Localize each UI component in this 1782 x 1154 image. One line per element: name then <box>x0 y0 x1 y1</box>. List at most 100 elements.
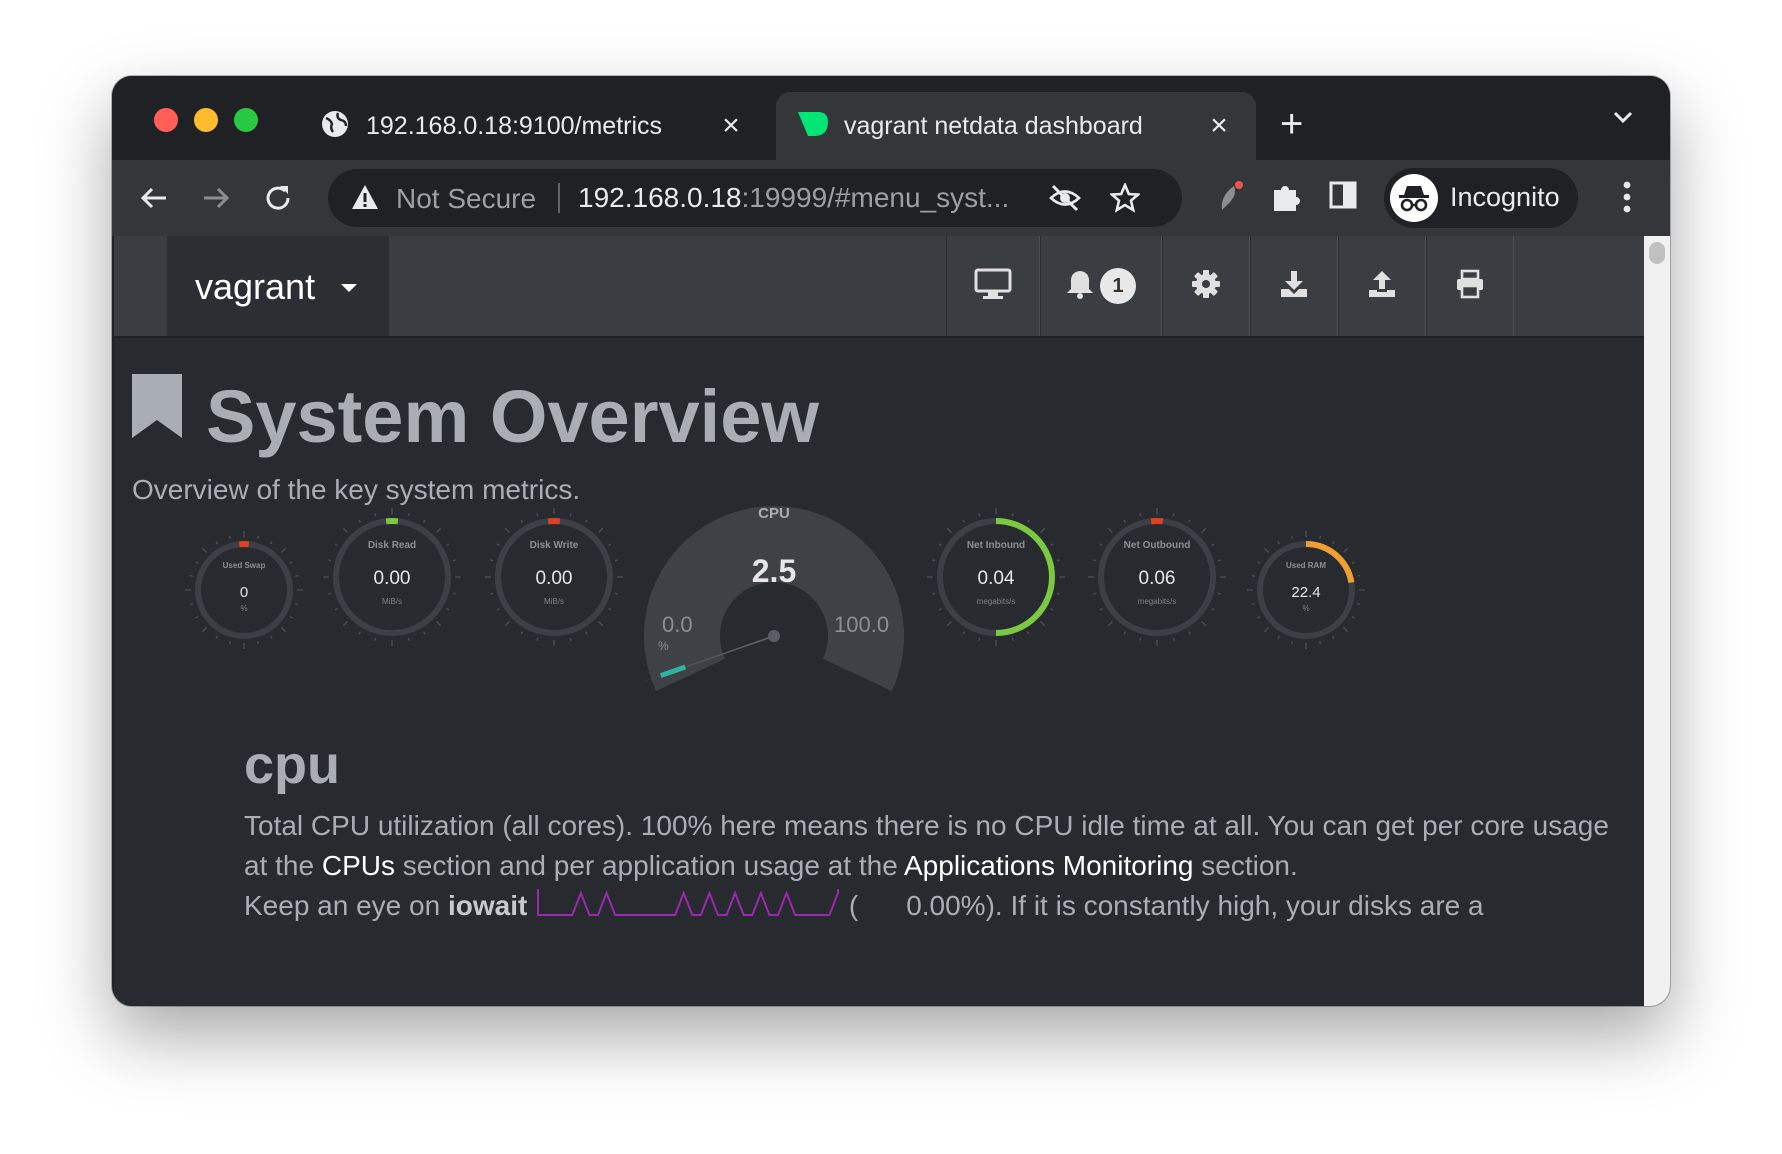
alarms-button[interactable]: 1 <box>1040 236 1162 336</box>
text-fragment: ( <box>848 890 859 921</box>
close-icon[interactable]: × <box>716 111 746 141</box>
url-host: 192.168.0.18 <box>578 182 742 213</box>
star-icon[interactable] <box>1108 181 1142 218</box>
gauge-value: 0.04 <box>978 568 1015 589</box>
gauge-tick <box>407 513 410 517</box>
forward-icon[interactable] <box>196 178 236 218</box>
gauge-tick <box>598 527 604 533</box>
print-button[interactable] <box>1426 236 1514 336</box>
upload-icon <box>1367 269 1397 304</box>
section-description: Total CPU utilization (all cores). 100% … <box>244 806 1624 926</box>
gauge-tick <box>289 615 293 619</box>
gauge-tick <box>195 615 199 619</box>
iowait-value: 0.00% <box>906 890 986 921</box>
gauge-used-swap: Used Swap 0% <box>185 531 303 649</box>
export-button[interactable] <box>1338 236 1426 336</box>
gauge-tick <box>1056 592 1060 595</box>
cpus-link[interactable]: CPUs <box>322 850 395 881</box>
gauge-tick <box>614 559 618 562</box>
text-fragment: section and per application usage at the <box>394 850 904 881</box>
incognito-profile-button[interactable]: Incognito <box>1384 168 1578 228</box>
gauge-tick <box>1040 527 1046 533</box>
gauge-tick <box>1093 559 1097 562</box>
netdata-page: vagrant 1 System Overview Overview of th… <box>114 236 1644 1006</box>
gauge-tick <box>289 561 293 565</box>
gauge-tick <box>1123 631 1127 635</box>
gauge-title: Used RAM <box>1286 561 1326 570</box>
close-icon[interactable]: × <box>1204 111 1234 141</box>
cpu-gauge-hub <box>768 630 780 642</box>
gauge-tick <box>1123 519 1127 523</box>
gauge-tick <box>1139 637 1142 641</box>
bell-icon <box>1066 269 1094 304</box>
zoom-window-button[interactable] <box>234 108 258 132</box>
gauge-tick <box>195 561 199 565</box>
puzzle-icon[interactable] <box>1270 180 1304 219</box>
gauge-title: Net Inbound <box>967 540 1025 551</box>
security-label[interactable]: Not Secure <box>396 183 536 215</box>
gauge-tick <box>436 621 442 627</box>
eye-off-icon[interactable] <box>1048 183 1082 218</box>
iowait-sparkline[interactable] <box>535 889 841 919</box>
page-scrollbar[interactable] <box>1644 236 1670 1006</box>
gauge-unit: % <box>240 604 247 613</box>
gauge-tick <box>1172 637 1175 641</box>
extension-feather-icon[interactable] <box>1212 180 1246 219</box>
bookmark-icon <box>132 374 182 443</box>
incognito-icon <box>1390 174 1438 222</box>
gauge-tick <box>1357 574 1361 577</box>
gauge-tick <box>1263 547 1270 554</box>
gauge-tick <box>228 535 231 539</box>
chevron-down-icon[interactable] <box>1612 110 1634 129</box>
cpu-gauge-unit: % <box>658 639 669 653</box>
iowait-label: iowait <box>447 890 528 921</box>
gauge-tick <box>342 527 348 533</box>
address-bar[interactable]: Not Secure 192.168.0.18:19999/#menu_syst… <box>328 169 1182 227</box>
minimize-window-button[interactable] <box>194 108 218 132</box>
tab-metrics[interactable]: 192.168.0.18:9100/metrics × <box>298 92 768 160</box>
gauge-tick <box>496 543 500 547</box>
back-icon[interactable] <box>134 178 174 218</box>
apps-monitoring-link[interactable]: Applications Monitoring <box>904 850 1194 881</box>
gauge-tick <box>257 641 260 645</box>
gauge-tick <box>536 513 539 517</box>
close-window-button[interactable] <box>154 108 178 132</box>
gauge-tick <box>1277 635 1281 639</box>
gauge-tick <box>295 574 299 577</box>
tab-title: 192.168.0.18:9100/metrics <box>366 111 663 140</box>
gauge-tick <box>374 637 377 641</box>
browser-window: 192.168.0.18:9100/metrics × vagrant netd… <box>112 76 1670 1006</box>
page-subtitle: Overview of the key system metrics. <box>132 474 581 505</box>
cpu-gauge-track <box>644 506 904 691</box>
nodes-button[interactable] <box>946 236 1040 336</box>
gauge-tick <box>201 547 208 554</box>
gauge-tick <box>1211 543 1215 547</box>
tab-netdata[interactable]: vagrant netdata dashboard × <box>776 92 1256 160</box>
host-selector[interactable]: vagrant <box>167 236 389 336</box>
gauge-tick <box>1319 535 1322 539</box>
url-text[interactable]: 192.168.0.18:19999/#menu_syst... <box>578 182 1009 214</box>
gauge-tick <box>1050 543 1054 547</box>
gauge-tick <box>269 541 273 545</box>
scrollbar-thumb[interactable] <box>1649 242 1665 264</box>
gauge-tick <box>1172 513 1175 517</box>
gauge-tick <box>504 621 510 627</box>
tab-title: vagrant netdata dashboard <box>844 111 1143 140</box>
new-tab-button[interactable]: + <box>1280 104 1303 144</box>
gauge-tick <box>1187 519 1191 523</box>
more-menu-icon[interactable] <box>1622 180 1632 219</box>
gauge-tick <box>978 513 981 517</box>
gauge-tick <box>536 637 539 641</box>
import-button[interactable] <box>1250 236 1338 336</box>
description-line: Total CPU utilization (all cores). 100% … <box>244 810 1609 841</box>
gauge-tick <box>1099 607 1103 611</box>
gauge-tick <box>1050 607 1054 611</box>
side-panel-icon[interactable] <box>1328 180 1358 215</box>
reload-icon[interactable] <box>258 178 298 218</box>
cpu-gauge-min: 0.0 <box>662 612 693 637</box>
gauge-tick <box>295 603 299 606</box>
gauge-tick <box>328 592 332 595</box>
gauge-value: 0.00 <box>536 568 573 589</box>
gauge-tick <box>446 543 450 547</box>
settings-button[interactable] <box>1162 236 1250 336</box>
